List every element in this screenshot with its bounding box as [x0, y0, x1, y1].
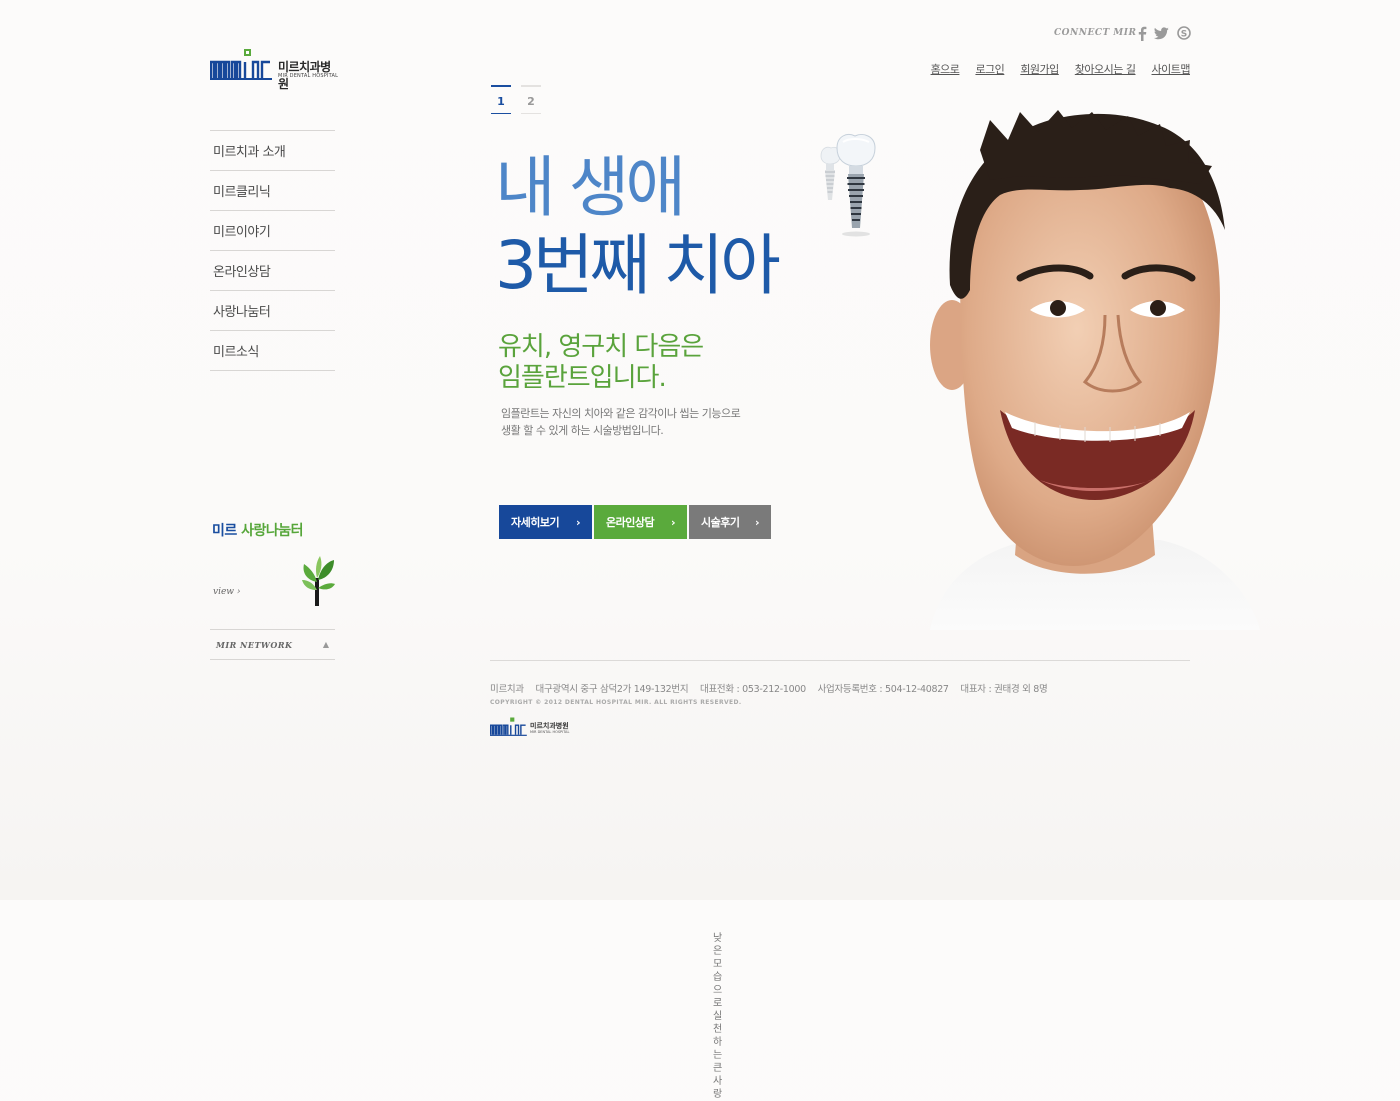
promo-title-brand: 미르 — [212, 523, 237, 539]
sidebar-item-story[interactable]: 미르이야기 — [210, 211, 335, 251]
hero-sub-line2: 임플란트입니다. — [498, 363, 667, 393]
hero-desc-line1: 임플란트는 자신의 치아와 같은 감각이나 씹는 기능으로 — [501, 407, 741, 420]
sharing-promo: 미르 사랑나눔터 낮은 모습으로 실천하는 큰 사랑 view › — [212, 520, 722, 1100]
sidebar-item-consult[interactable]: 온라인상담 — [210, 251, 335, 291]
nav-signup[interactable]: 회원가입 — [1020, 61, 1059, 77]
chevron-right-icon: › — [575, 515, 581, 529]
footer-name: 미르치과 — [490, 684, 524, 695]
sidebar-item-clinic[interactable]: 미르클리닉 — [210, 171, 335, 211]
chevron-right-icon: › — [236, 587, 241, 597]
hero-sub-line1: 유치, 영구치 다음은 — [498, 332, 704, 362]
reviews-button-label: 시술후기 — [701, 516, 740, 529]
nav-home[interactable]: 홈으로 — [931, 61, 960, 77]
online-consult-button-label: 온라인상담 — [606, 516, 655, 529]
logo[interactable]: 미르치과병원 MIR DENTAL HOSPITAL — [210, 48, 340, 91]
nav-login[interactable]: 로그인 — [975, 61, 1004, 77]
online-consult-button[interactable]: 온라인상담 › — [594, 505, 687, 539]
footer-ceo: 대표자 : 권태경 외 8명 — [960, 684, 1048, 695]
promo-view-link[interactable]: view › — [213, 587, 240, 597]
chevron-right-icon: › — [754, 515, 760, 529]
caret-up-icon: ▲ — [322, 640, 329, 649]
hero-headline-line2: 3번째 치아 — [495, 227, 781, 304]
nav-directions[interactable]: 찾아오시는 길 — [1075, 61, 1136, 77]
sidebar-item-about[interactable]: 미르치과 소개 — [210, 131, 335, 171]
footer-phone: 대표전화 : 053-212-1000 — [700, 684, 806, 695]
smiling-man-photo — [930, 110, 1260, 630]
twitter-icon[interactable] — [1153, 25, 1169, 41]
svg-text:S: S — [1181, 30, 1187, 40]
skype-icon[interactable]: S — [1176, 25, 1192, 41]
hero-headline-line1: 내 생애 — [495, 149, 686, 226]
chevron-right-icon: › — [670, 515, 676, 529]
reviews-button[interactable]: 시술후기 › — [689, 505, 771, 539]
hero-desc-line2: 생활 할 수 있게 하는 시술방법입니다. — [501, 424, 664, 437]
footer-logo: 미르치과병원 MIR DENTAL HOSPITAL — [490, 716, 580, 738]
footer-copyright: COPYRIGHT © 2012 DENTAL HOSPITAL MIR. AL… — [490, 699, 742, 706]
nav-sitemap[interactable]: 사이트맵 — [1152, 61, 1191, 77]
network-label: MIR NETWORK — [216, 639, 293, 650]
hero-description: 임플란트는 자신의 치아와 같은 감각이나 씹는 기능으로 생활 할 수 있게 … — [501, 405, 741, 439]
pager-item-1[interactable]: 1 — [491, 85, 511, 114]
pager-item-2[interactable]: 2 — [521, 85, 541, 114]
promo-desc-line1: 낮은 모습으로 — [713, 933, 722, 1009]
footer-biz-no: 사업자등록번호 : 504-12-40827 — [817, 684, 949, 695]
promo-desc: 낮은 모습으로 실천하는 큰 사랑 — [713, 932, 722, 1101]
top-nav: 홈으로 로그인 회원가입 찾아오시는 길 사이트맵 — [931, 61, 1191, 77]
sidebar-item-sharing[interactable]: 사랑나눔터 — [210, 291, 335, 331]
promo-title: 미르 사랑나눔터 — [212, 520, 337, 540]
footer-logo-name-eng: MIR DENTAL HOSPITAL — [530, 730, 570, 734]
logo-name-eng: MIR DENTAL HOSPITAL — [278, 73, 339, 79]
hero-subheadline: 유치, 영구치 다음은 임플란트입니다. — [498, 332, 704, 394]
promo-desc-line2: 실천하는 큰 사랑 — [713, 1011, 722, 1100]
connect-label: CONNECT MIR — [1054, 28, 1137, 38]
logo-mark — [210, 49, 272, 80]
slide-pager: 1 2 — [491, 85, 541, 114]
mir-network-select[interactable]: MIR NETWORK ▲ — [210, 629, 335, 660]
hero-buttons: 자세히보기 › 온라인상담 › 시술후기 › — [499, 505, 771, 539]
promo-view-label: view — [213, 587, 234, 597]
details-button[interactable]: 자세히보기 › — [499, 505, 592, 539]
details-button-label: 자세히보기 — [511, 516, 560, 529]
tree-icon — [302, 556, 335, 606]
footer-address: 대구광역시 중구 삼덕2가 149-132번지 — [535, 684, 689, 695]
sidebar-item-news[interactable]: 미르소식 — [210, 331, 335, 371]
facebook-icon[interactable] — [1134, 25, 1150, 41]
promo-title-name: 사랑나눔터 — [241, 523, 304, 539]
footer-logo-mark — [490, 717, 527, 736]
hero-headline: 내 생애 3번째 치아 — [495, 148, 781, 304]
footer-info: 미르치과 대구광역시 중구 삼덕2가 149-132번지 대표전화 : 053-… — [490, 681, 1190, 695]
footer: 미르치과 대구광역시 중구 삼덕2가 149-132번지 대표전화 : 053-… — [490, 660, 1190, 706]
implant-illustration — [820, 134, 876, 237]
sidebar-menu: 미르치과 소개 미르클리닉 미르이야기 온라인상담 사랑나눔터 미르소식 — [210, 130, 335, 371]
